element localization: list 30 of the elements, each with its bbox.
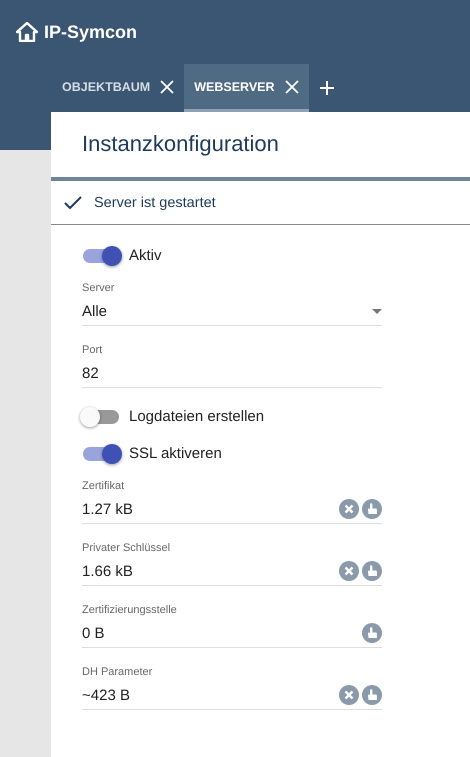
pointer-hand-icon[interactable] (362, 685, 382, 705)
home-icon[interactable] (16, 22, 38, 42)
add-tab-icon[interactable] (318, 80, 335, 96)
pointer-hand-icon[interactable] (362, 561, 382, 581)
close-icon[interactable] (284, 80, 299, 94)
toggle-switch[interactable] (83, 410, 119, 424)
check-icon (64, 196, 82, 210)
switch-label: Aktiv (129, 247, 162, 264)
dropdown-arrow-icon[interactable] (372, 308, 382, 314)
pointer-hand-icon[interactable] (362, 499, 382, 519)
switch-label: Logdateien erstellen (129, 408, 264, 425)
status-text: Server ist gestartet (94, 194, 216, 210)
dropdown-field[interactable]: Server Alle (82, 282, 382, 326)
pointer-hand-icon[interactable] (362, 623, 382, 643)
close-icon[interactable] (160, 80, 174, 94)
app-title: IP-Symcon (44, 22, 138, 42)
clear-icon[interactable] (339, 685, 359, 705)
clear-icon[interactable] (339, 499, 359, 519)
input-field[interactable]: Zertifizierungsstelle 0 B (82, 604, 382, 648)
switch-label: SSL aktiveren (129, 445, 222, 462)
tab[interactable]: WEBSERVER (184, 64, 309, 112)
toggle-switch[interactable] (83, 446, 119, 460)
input-field[interactable]: DH Parameter ~423 B (82, 666, 382, 710)
panel-title: Instanzkonfiguration (81, 130, 280, 158)
clear-icon[interactable] (339, 561, 359, 581)
input-field[interactable]: Privater Schlüssel 1.66 kB (82, 542, 382, 586)
input-field[interactable]: Port 82 (82, 344, 382, 388)
input-field[interactable]: Zertifikat 1.27 kB (82, 480, 382, 524)
toggle-switch[interactable] (83, 248, 119, 262)
tab[interactable]: OBJEKTBAUM (52, 64, 184, 112)
